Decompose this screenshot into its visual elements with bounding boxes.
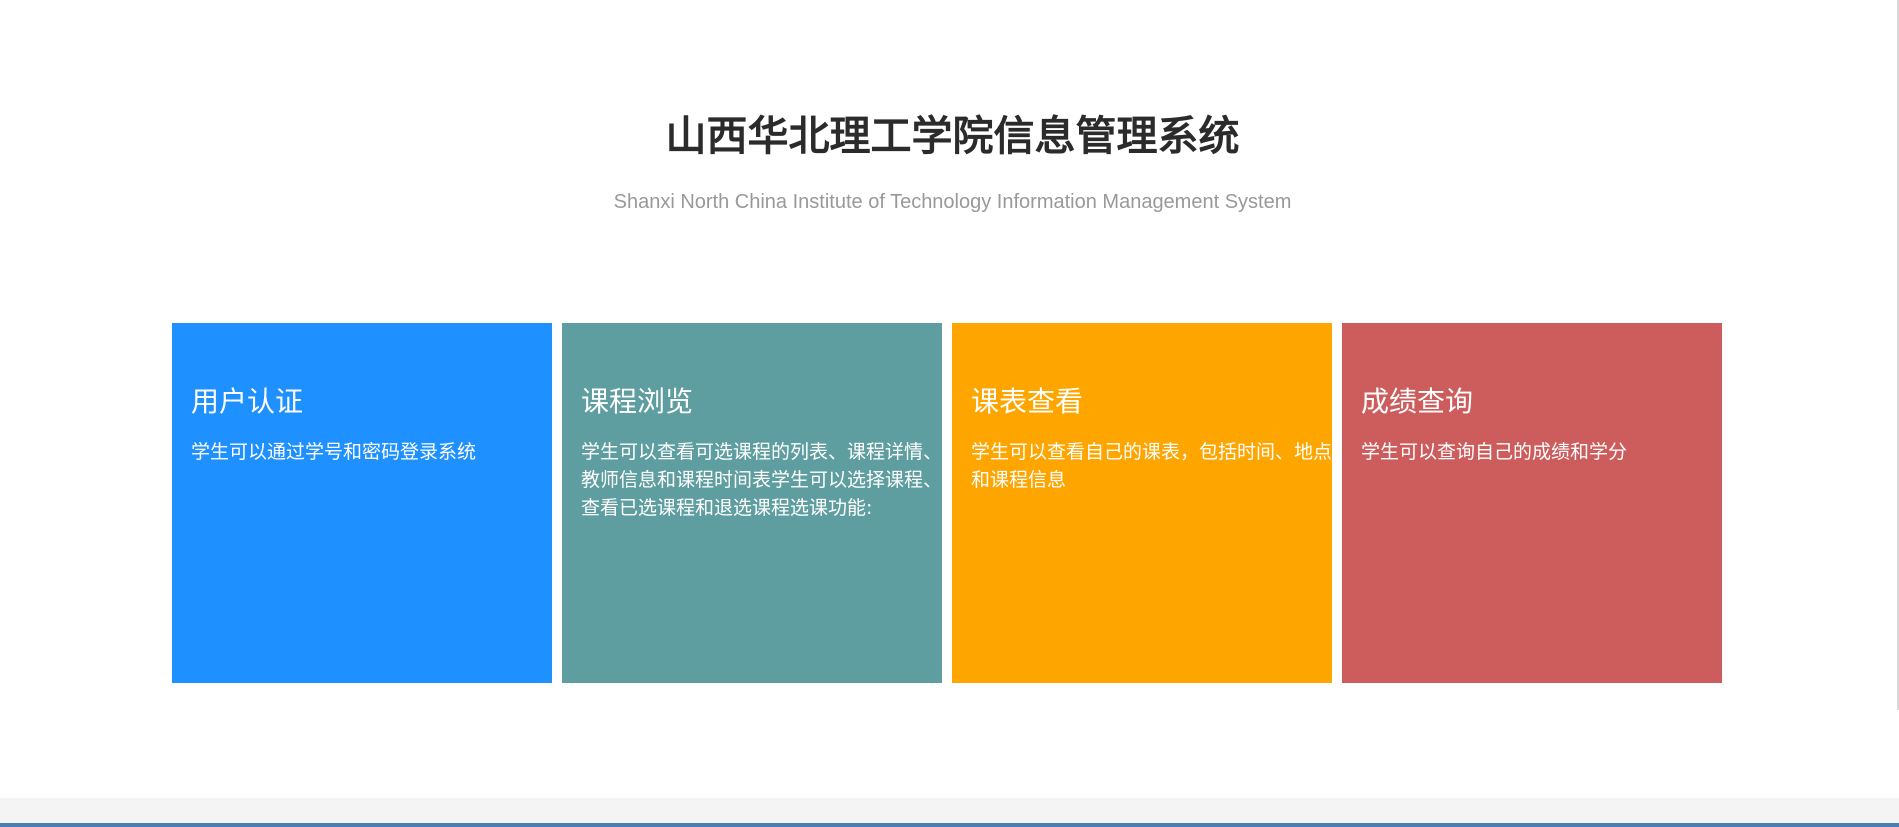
card-user-auth[interactable]: 用户认证 学生可以通过学号和密码登录系统 xyxy=(172,323,552,683)
footer-accent-line xyxy=(0,823,1899,827)
card-description: 学生可以查看可选课程的列表、课程详情、教师信息和课程时间表学生可以选择课程、查看… xyxy=(581,441,942,519)
card-title: 成绩查询 xyxy=(1361,385,1474,418)
card-title: 用户认证 xyxy=(191,385,304,418)
page: 山西华北理工学院信息管理系统 Shanxi North China Instit… xyxy=(0,0,1899,827)
footer-bar xyxy=(0,798,1899,823)
card-schedule-view[interactable]: 课表查看 学生可以查看自己的课表，包括时间、地点和课程信息 xyxy=(952,323,1332,683)
page-title: 山西华北理工学院信息管理系统 xyxy=(665,112,1240,160)
card-course-browse[interactable]: 课程浏览 学生可以查看可选课程的列表、课程详情、教师信息和课程时间表学生可以选择… xyxy=(562,323,942,683)
feature-cards: 用户认证 学生可以通过学号和密码登录系统 课程浏览 学生可以查看可选课程的列表、… xyxy=(172,323,1722,683)
page-subtitle: Shanxi North China Institute of Technolo… xyxy=(613,191,1292,213)
card-description: 学生可以查询自己的成绩和学分 xyxy=(1361,441,1628,463)
card-description: 学生可以通过学号和密码登录系统 xyxy=(191,441,477,463)
card-grade-query[interactable]: 成绩查询 学生可以查询自己的成绩和学分 xyxy=(1342,323,1722,683)
card-title: 课表查看 xyxy=(971,385,1084,418)
page-header: 山西华北理工学院信息管理系统 Shanxi North China Instit… xyxy=(0,110,1899,214)
card-description: 学生可以查看自己的课表，包括时间、地点和课程信息 xyxy=(971,441,1332,491)
card-title: 课程浏览 xyxy=(581,385,694,418)
